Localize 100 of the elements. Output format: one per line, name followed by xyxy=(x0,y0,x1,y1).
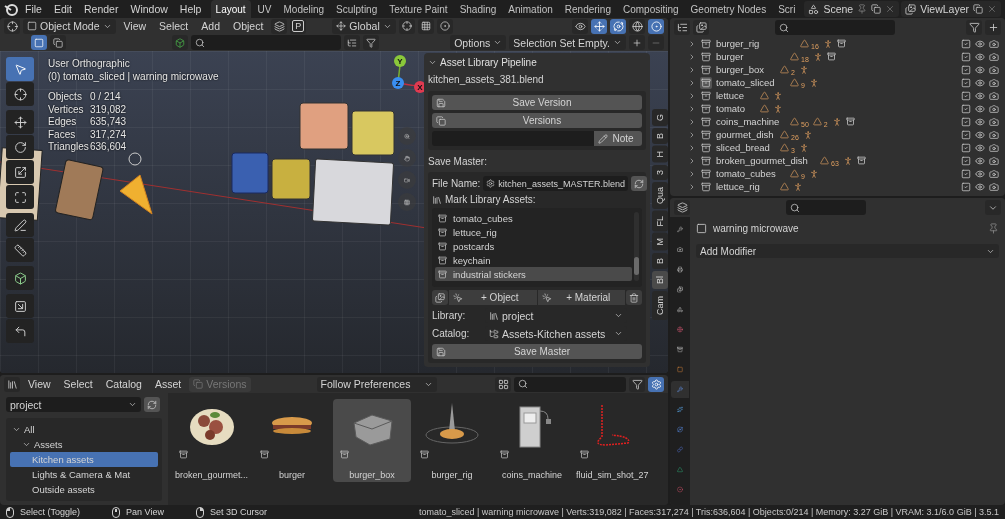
scene-statistics: tomato_sliced | warning microwave | Verts:319,082 | Faces:317,274 | Tris:636,604 | Objects:0/214 | Memory: 3.27 GiB | VRAM: 3.1/6.0 GiB | 3.5.1 xyxy=(419,507,999,517)
workspace-tab[interactable]: Sculpting xyxy=(331,0,383,18)
asset-tile[interactable]: fluid_sim_shot_27 xyxy=(573,399,652,482)
field-label: Library: xyxy=(432,310,467,321)
workspace-tab[interactable]: Scri xyxy=(773,0,801,18)
tree-item[interactable]: Outside assets xyxy=(10,482,158,497)
stat-value: 0 / 214 xyxy=(90,91,122,104)
sidebar-tab[interactable]: B xyxy=(652,252,668,269)
outliner-item[interactable]: lettuce_rig xyxy=(716,181,776,192)
panel-title[interactable]: Asset Library Pipeline xyxy=(440,56,537,68)
note-button[interactable]: Note xyxy=(594,131,642,146)
orientation-dropdown[interactable]: Global xyxy=(332,18,396,34)
versions-button[interactable]: Versions xyxy=(432,113,642,128)
sidebar-tab[interactable]: 3 xyxy=(652,164,668,180)
stat-value: 317,274 xyxy=(90,128,127,142)
stat-label: Edges xyxy=(48,116,78,129)
workspace-tab[interactable]: Texture Paint xyxy=(384,0,453,18)
workspace-tab[interactable]: Compositing xyxy=(617,0,684,18)
outliner-item[interactable]: burger xyxy=(716,51,786,62)
sidebar-tab[interactable]: B xyxy=(652,128,668,145)
workspace-tab[interactable]: Layout xyxy=(210,0,251,18)
outliner-item[interactable]: broken_gourmet_dish xyxy=(716,155,816,166)
file-name-label: kitchen_assets_381.blend xyxy=(428,74,545,85)
workspace-tab[interactable]: UV xyxy=(252,0,277,18)
z-axis-handle[interactable]: Z xyxy=(392,77,404,89)
workspace-tab[interactable]: Modeling xyxy=(278,0,330,18)
asset-list-item[interactable]: tomato_cubes xyxy=(435,211,632,225)
menu-item[interactable]: Add xyxy=(196,18,225,35)
add-material-button[interactable]: + Material xyxy=(537,290,625,305)
stat-label: Triangles xyxy=(48,141,90,154)
field-label: Catalog: xyxy=(432,328,471,339)
asset-tile[interactable]: broken_gourmet... xyxy=(172,399,252,482)
workspace-tab[interactable]: Rendering xyxy=(559,0,616,18)
menu-item[interactable]: Help xyxy=(174,1,207,17)
asset-tile[interactable]: burger xyxy=(253,399,332,482)
sidebar-tab[interactable]: FL xyxy=(652,210,668,232)
menu-item[interactable]: View xyxy=(118,18,152,35)
workspace-tab[interactable]: Animation xyxy=(503,0,558,18)
asset-tile[interactable]: coins_machine xyxy=(493,399,572,482)
tree-item[interactable]: Assets xyxy=(10,437,158,452)
import-method-dropdown[interactable]: Follow Preferences xyxy=(316,376,437,392)
outliner-item[interactable]: tomato_cubes xyxy=(716,168,786,179)
sidebar-tab[interactable]: H xyxy=(652,146,668,163)
tree-item[interactable]: Lights & Camera & Mat xyxy=(10,467,158,482)
sidebar-tab[interactable]: Cam xyxy=(652,290,668,320)
mode-dropdown[interactable]: Object Mode xyxy=(23,18,116,34)
menu-item[interactable]: Render xyxy=(79,1,124,17)
outliner-item[interactable]: burger_rig xyxy=(716,38,796,49)
sidebar-tab[interactable]: G xyxy=(652,109,668,126)
keyframe-button[interactable]: P xyxy=(290,18,307,34)
asset-list-item[interactable]: keychain xyxy=(435,253,632,267)
save-master-button[interactable]: Save Master xyxy=(432,344,642,359)
menu-item[interactable]: Object xyxy=(228,18,269,35)
asset-tile[interactable]: burger_rig xyxy=(413,399,492,482)
view-name: User Orthographic xyxy=(48,57,130,70)
options-dropdown[interactable]: Options xyxy=(450,35,507,51)
stat-value: 635,743 xyxy=(90,116,127,129)
outliner-item[interactable]: sliced_bread xyxy=(716,142,776,153)
sidebar-tab[interactable]: Qua xyxy=(652,181,668,209)
asset-list-item[interactable]: lettuce_rig xyxy=(435,225,632,239)
workspace-tab[interactable]: Geometry Nodes xyxy=(685,0,772,18)
field-label: File Name: xyxy=(432,178,481,189)
asset-list-item[interactable]: postcards xyxy=(435,239,632,253)
outliner-item[interactable]: tomato_sliced xyxy=(716,77,786,88)
outliner-item[interactable]: burger_box xyxy=(716,64,776,75)
section-label: Mark Library Assets: xyxy=(445,194,536,205)
selection-set-dropdown[interactable]: Selection Set Empty. xyxy=(509,35,626,51)
menu-item[interactable]: Asset xyxy=(149,376,187,392)
object-name: warning microwave xyxy=(713,223,799,234)
menu-item[interactable]: Catalog xyxy=(100,376,147,392)
asset-tile[interactable]: burger_box xyxy=(333,399,412,482)
library-dropdown[interactable]: project xyxy=(6,397,141,412)
workspace-tab[interactable]: Shading xyxy=(454,0,502,18)
file-name-field[interactable]: kitchen_assets_MASTER.blend xyxy=(483,176,628,191)
menu-item[interactable]: File xyxy=(20,1,47,17)
outliner-item[interactable]: tomato xyxy=(716,103,756,114)
sidebar-tab[interactable]: M xyxy=(652,233,668,251)
menu-item[interactable]: Select xyxy=(154,18,194,35)
outliner-item[interactable]: coins_machine xyxy=(716,116,786,127)
asset-list-item[interactable]: industrial stickers xyxy=(435,267,632,281)
stat-label: Vertices xyxy=(48,103,85,117)
menu-item[interactable]: Select xyxy=(58,376,98,392)
stat-label: Faces xyxy=(48,128,77,142)
menu-item[interactable]: Window xyxy=(125,1,173,17)
outliner-item[interactable]: lettuce xyxy=(716,90,756,101)
add-modifier-dropdown[interactable]: Add Modifier xyxy=(696,244,999,258)
tree-item[interactable]: All xyxy=(10,422,158,437)
status-hint: Pan View xyxy=(126,507,164,517)
active-object-label: (0) tomato_sliced | warning microwave xyxy=(48,70,219,83)
stat-value: 636,604 xyxy=(90,141,127,154)
sidebar-tab[interactable]: Bl xyxy=(652,270,668,289)
stat-label: Objects xyxy=(48,91,83,104)
scene-selector[interactable]: Scene xyxy=(804,1,900,17)
menu-item[interactable]: View xyxy=(23,376,56,392)
y-axis-handle[interactable]: Y xyxy=(394,55,406,67)
outliner-item[interactable]: gourmet_dish xyxy=(716,129,776,140)
view-layer-selector[interactable]: ViewLayer xyxy=(901,1,1001,17)
save-version-button[interactable]: Save Version xyxy=(432,95,642,110)
menu-item[interactable]: Edit xyxy=(48,1,77,17)
add-object-button[interactable]: + Object xyxy=(449,290,537,305)
